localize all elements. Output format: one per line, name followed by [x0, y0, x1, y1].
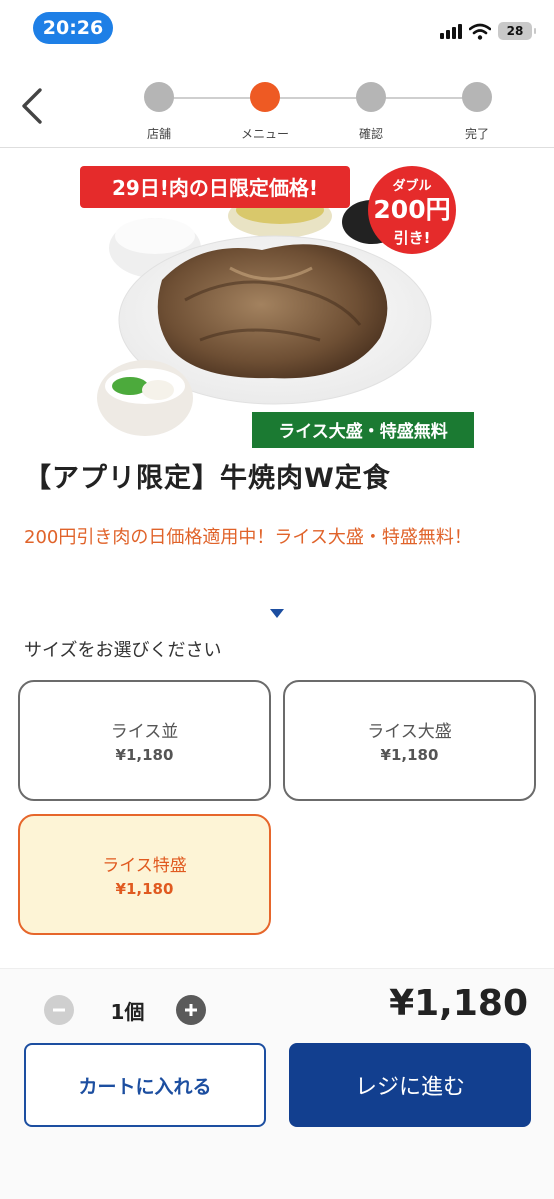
svg-text:ライス大盛・特盛無料: ライス大盛・特盛無料: [278, 421, 448, 442]
total-price: ¥1,180: [389, 983, 528, 1024]
size-option-name: ライス並: [110, 722, 179, 742]
step-menu: メニュー: [220, 82, 310, 142]
promo-text: 200円引き肉の日価格適用中！ライス大盛・特盛無料！: [24, 527, 472, 548]
step-complete: 完了: [432, 82, 522, 142]
size-option-name: ライス大盛: [367, 722, 452, 742]
step-label: 確認: [358, 127, 383, 141]
size-option-regular[interactable]: ライス並 ¥1,180: [18, 680, 271, 801]
increase-quantity-button[interactable]: [176, 995, 206, 1025]
product-title: 【アプリ限定】牛焼肉W定食: [24, 463, 391, 494]
step-label: 店舗: [146, 127, 171, 141]
order-progress-header: 店舗 メニュー 確認 完了: [0, 56, 554, 148]
cart-bar: 1個 ¥1,180 カートに入れる レジに進む: [0, 968, 554, 1199]
progress-line: [159, 97, 477, 99]
size-option-price: ¥1,180: [115, 746, 174, 764]
status-time: 20:26: [33, 12, 113, 44]
product-image: 29日!肉の日限定価格! ダブル 200円 引き! ライス大盛・特盛無料: [0, 150, 554, 452]
step-confirm: 確認: [326, 82, 416, 142]
size-option-extra-large[interactable]: ライス特盛 ¥1,180: [18, 814, 271, 935]
cellular-signal-icon: [440, 23, 462, 39]
size-option-name: ライス特盛: [102, 856, 187, 876]
minus-icon: [53, 1008, 65, 1012]
svg-text:ダブル: ダブル: [392, 178, 431, 194]
chevron-left-icon: [22, 88, 42, 124]
step-dot: [462, 82, 492, 112]
banner-text: 29日!肉の日限定価格!: [112, 176, 318, 200]
add-to-cart-button[interactable]: カートに入れる: [24, 1043, 266, 1127]
step-dot-active: [250, 82, 280, 112]
size-option-price: ¥1,180: [380, 746, 439, 764]
step-dot: [144, 82, 174, 112]
plus-icon: [185, 1004, 197, 1016]
wifi-icon: [469, 23, 491, 40]
step-store: 店舗: [114, 82, 204, 142]
status-icons: 28: [440, 20, 536, 42]
step-label: メニュー: [240, 127, 289, 141]
decrease-quantity-button[interactable]: [44, 995, 74, 1025]
svg-text:引き!: 引き!: [394, 229, 431, 247]
size-section-label: サイズをお選びください: [24, 640, 222, 661]
caret-down-icon[interactable]: [270, 609, 284, 618]
status-bar: 20:26 28: [0, 0, 554, 56]
step-label: 完了: [464, 127, 489, 141]
checkout-button[interactable]: レジに進む: [289, 1043, 531, 1127]
quantity-value: 1個: [110, 999, 145, 1024]
size-option-large[interactable]: ライス大盛 ¥1,180: [283, 680, 536, 801]
grilled-beef: [157, 244, 388, 379]
step-dot: [356, 82, 386, 112]
svg-text:200円: 200円: [373, 195, 450, 224]
battery-icon: 28: [498, 22, 536, 40]
size-option-price: ¥1,180: [115, 880, 174, 898]
back-button[interactable]: [12, 84, 50, 128]
